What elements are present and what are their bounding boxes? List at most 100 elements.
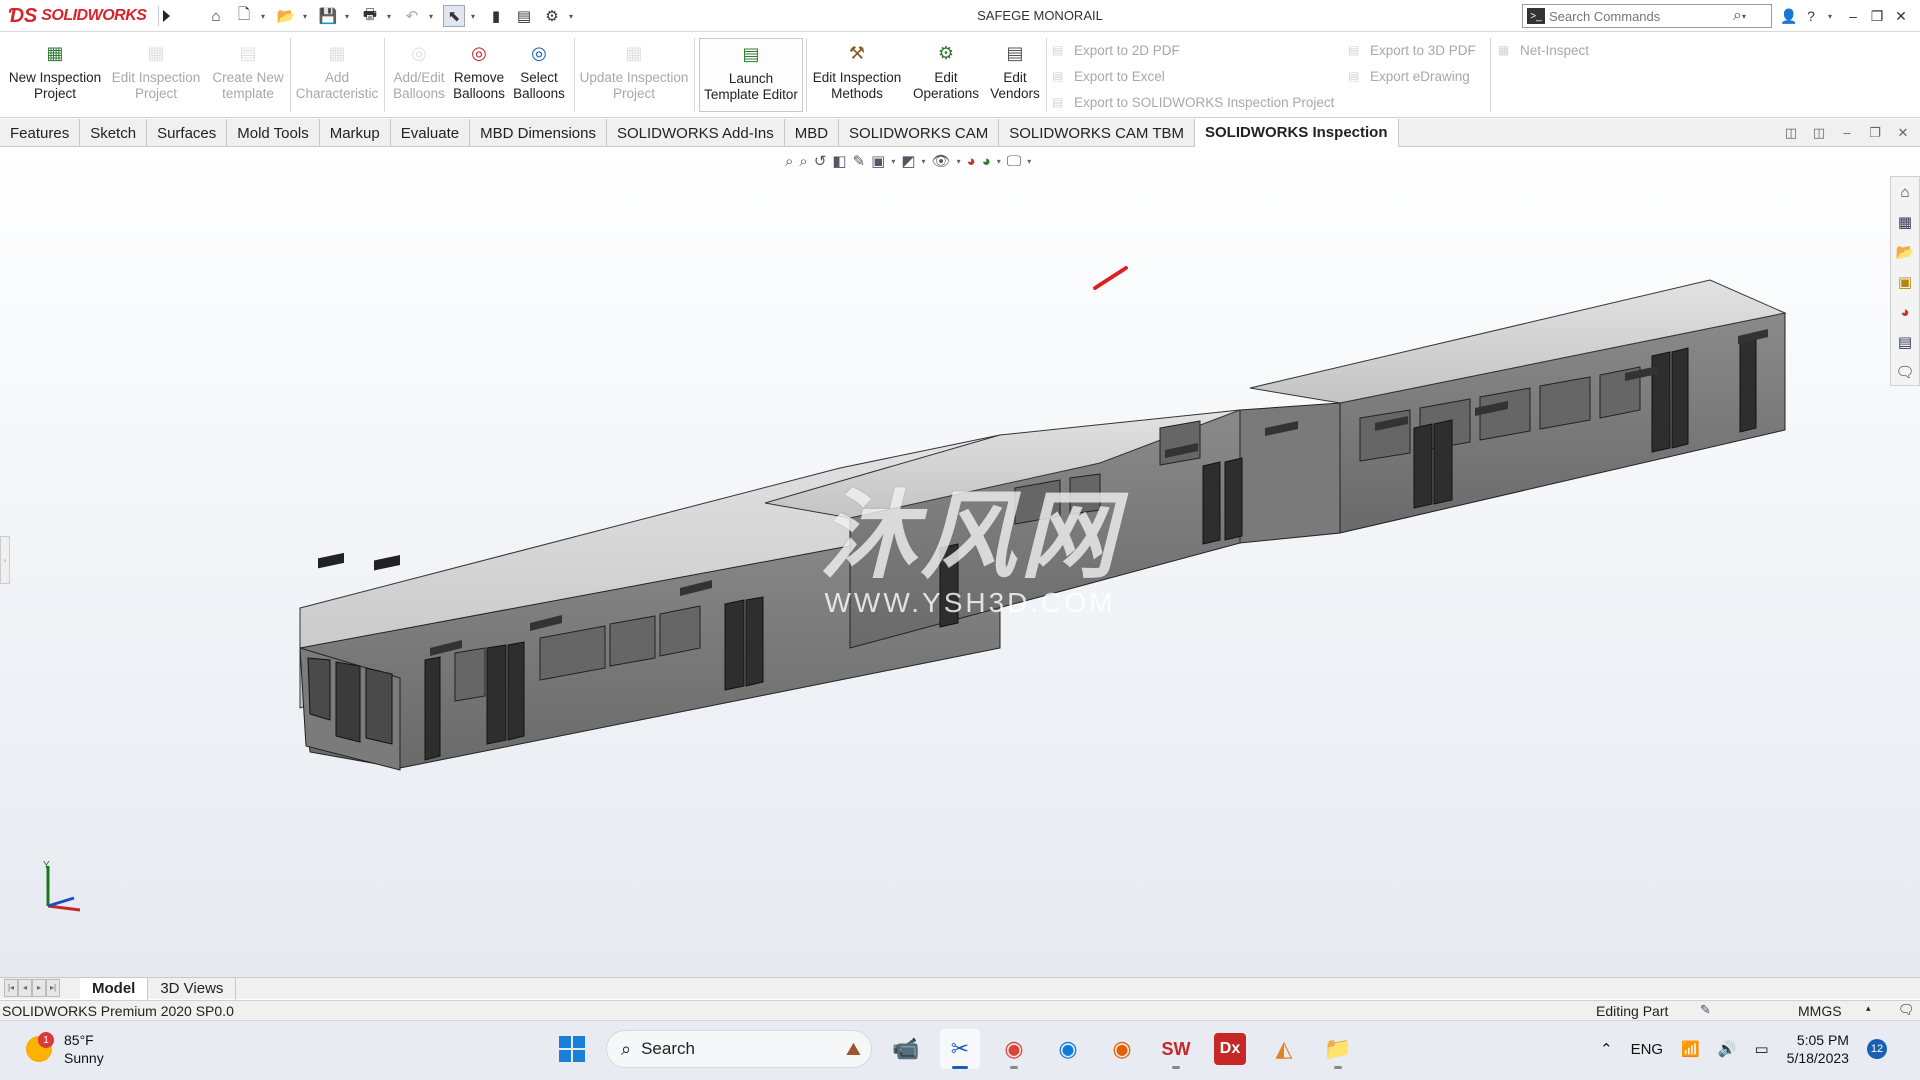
select-cursor-icon[interactable]: ⬉	[443, 5, 465, 27]
chevron-down-icon[interactable]: ▾	[1027, 157, 1031, 166]
volume-icon[interactable]: 🔊	[1718, 1040, 1737, 1058]
custom-properties-icon[interactable]: ▤	[1894, 331, 1916, 353]
chevron-down-icon[interactable]: ▾	[569, 12, 577, 21]
search-commands[interactable]: >_ ⌕ ▾	[1522, 4, 1772, 28]
chevron-down-icon[interactable]: ▾	[1742, 12, 1750, 21]
chevron-up-icon[interactable]: ▴	[1866, 1003, 1871, 1014]
chevron-down-icon[interactable]: ▾	[997, 157, 1001, 166]
create-new-template-button[interactable]: ▤ Create New template	[206, 38, 290, 112]
tab-markup[interactable]: Markup	[320, 119, 391, 147]
unit-system[interactable]: MMGS	[1798, 1003, 1842, 1019]
hide-show-icon[interactable]: 👁	[932, 152, 951, 170]
chevron-down-icon[interactable]: ▾	[922, 157, 926, 166]
chevron-up-icon[interactable]: ⌃	[1600, 1040, 1613, 1058]
tab-sketch[interactable]: Sketch	[80, 119, 148, 147]
restore-icon[interactable]: ❐	[1870, 8, 1884, 25]
dx-app-icon[interactable]: Dx	[1214, 1033, 1246, 1065]
monorail-model[interactable]	[0, 148, 1920, 977]
new-document-icon[interactable]: 🗋	[233, 5, 255, 27]
edit-vendors-button[interactable]: ▤ Edit Vendors	[986, 38, 1044, 112]
tab-surfaces[interactable]: Surfaces	[147, 119, 228, 147]
chevron-down-icon[interactable]: ▾	[261, 12, 269, 21]
undo-icon[interactable]: ↶	[401, 5, 423, 27]
solidworks-logo[interactable]: ƊS SOLIDWORKS	[8, 2, 158, 30]
notification-badge[interactable]: 12	[1866, 1039, 1887, 1059]
feature-tree-handle[interactable]: ◦	[0, 536, 10, 584]
net-inspect-button[interactable]: ▦ Net-Inspect	[1498, 40, 1589, 60]
edge-icon[interactable]: ◉	[1048, 1029, 1088, 1069]
tab-model[interactable]: Model	[80, 977, 149, 1000]
apply-scene-icon[interactable]: ◕	[982, 153, 991, 170]
tab-mbd-dimensions[interactable]: MBD Dimensions	[470, 119, 607, 147]
weather-widget[interactable]: 1 85°F Sunny	[26, 1031, 104, 1067]
graphics-area[interactable]: ⌕ ⌕ ↺ ◧ ✎ ▣ ▾ ◩ ▾ 👁 ▾ ◕ ◕ ▾ 🖵 ▾ 沐风网 WWW.YSH3D…	[0, 148, 1920, 977]
view-orientation-icon[interactable]: ▣	[871, 152, 885, 170]
traffic-light-icon[interactable]: ▮	[485, 5, 507, 27]
chrome-icon[interactable]: ◉	[994, 1029, 1034, 1069]
last-tab-icon[interactable]: ▸|	[46, 978, 60, 997]
add-characteristic-button[interactable]: ▦ Add Characteristic	[294, 38, 380, 112]
tab-features[interactable]: Features	[0, 119, 81, 147]
chat-icon[interactable]: 🗨	[1898, 1002, 1915, 1018]
edit-appearance-icon[interactable]: ◕	[967, 153, 976, 170]
forum-icon[interactable]: 🗨	[1894, 361, 1916, 383]
collapse-right-icon[interactable]: ◫	[1812, 125, 1826, 141]
collapse-left-icon[interactable]: ◫	[1784, 125, 1798, 141]
search-input[interactable]	[1549, 8, 1729, 24]
file-properties-icon[interactable]: ▤	[513, 5, 535, 27]
first-tab-icon[interactable]: |◂	[4, 978, 18, 997]
user-icon[interactable]: 👤	[1780, 8, 1797, 25]
solidworks-app-icon[interactable]: SW	[1156, 1029, 1196, 1069]
save-icon[interactable]: 💾	[317, 5, 339, 27]
tab-solidworks-cam[interactable]: SOLIDWORKS CAM	[839, 119, 1000, 147]
export-edrawing-button[interactable]: ▤ Export eDrawing	[1348, 66, 1470, 86]
minimize-icon[interactable]: –	[1846, 8, 1860, 24]
chevron-down-icon[interactable]: ▾	[471, 12, 479, 21]
language-indicator[interactable]: ENG	[1631, 1041, 1664, 1058]
chevron-down-icon[interactable]: ▾	[387, 12, 395, 21]
tab-solidworks-add-ins[interactable]: SOLIDWORKS Add-Ins	[607, 119, 785, 147]
tab-evaluate[interactable]: Evaluate	[391, 119, 471, 147]
minimize-icon[interactable]: –	[1840, 125, 1854, 141]
tab-mold-tools[interactable]: Mold Tools	[227, 119, 320, 147]
export-excel-button[interactable]: ▤ Export to Excel	[1052, 66, 1165, 86]
dynamic-annotation-icon[interactable]: ✎	[853, 152, 866, 170]
home-icon[interactable]: ⌂	[1894, 181, 1916, 203]
wifi-icon[interactable]: 📶	[1681, 1040, 1700, 1058]
chevron-down-icon[interactable]: ▾	[891, 157, 895, 166]
appearances-icon[interactable]: ◕	[1894, 301, 1916, 323]
remove-balloons-button[interactable]: ◎ Remove Balloons	[450, 38, 508, 112]
close-icon[interactable]: ✕	[1896, 125, 1910, 141]
export-inspection-project-button[interactable]: ▤ Export to SOLIDWORKS Inspection Project	[1052, 92, 1334, 112]
edit-inspection-project-button[interactable]: ▦ Edit Inspection Project	[108, 38, 204, 112]
file-explorer-icon[interactable]: 📂	[1894, 241, 1916, 263]
rebuild-icon[interactable]: ✎	[1700, 1002, 1711, 1018]
clock[interactable]: 5:05 PM 5/18/2023	[1787, 1031, 1849, 1067]
new-inspection-project-button[interactable]: ▦ New Inspection Project	[4, 38, 106, 112]
menu-expand-icon[interactable]	[158, 6, 172, 26]
update-inspection-project-button[interactable]: ▦ Update Inspection Project	[578, 38, 690, 112]
zoom-to-fit-icon[interactable]: ⌕	[785, 153, 793, 170]
tab-solidworks-cam-tbm[interactable]: SOLIDWORKS CAM TBM	[999, 119, 1195, 147]
help-icon[interactable]: ?	[1804, 8, 1818, 24]
matlab-icon[interactable]: ◭	[1264, 1029, 1304, 1069]
chevron-down-icon[interactable]: ▾	[345, 12, 353, 21]
red-sketch-line[interactable]	[1093, 266, 1128, 290]
tab-solidworks-inspection[interactable]: SOLIDWORKS Inspection	[1194, 119, 1399, 147]
chevron-down-icon[interactable]: ▾	[957, 157, 961, 166]
chevron-down-icon[interactable]: ▾	[1828, 12, 1836, 21]
start-button[interactable]	[552, 1029, 592, 1069]
view-palette-icon[interactable]: ▣	[1894, 271, 1916, 293]
snipping-tool-icon[interactable]: ✂	[940, 1029, 980, 1069]
battery-icon[interactable]: ▭	[1754, 1040, 1768, 1058]
home-icon[interactable]: ⌂	[205, 5, 227, 27]
launch-template-editor-button[interactable]: ▤ Launch Template Editor	[699, 38, 803, 112]
tab-mbd[interactable]: MBD	[785, 119, 840, 147]
select-balloons-button[interactable]: ◎ Select Balloons	[510, 38, 568, 112]
chevron-down-icon[interactable]: ▾	[303, 12, 311, 21]
print-icon[interactable]: 🖶	[359, 5, 381, 27]
gear-icon[interactable]: ⚙	[541, 5, 563, 27]
export-2d-pdf-button[interactable]: ▤ Export to 2D PDF	[1052, 40, 1180, 60]
display-style-icon[interactable]: ◩	[901, 152, 915, 170]
close-icon[interactable]: ✕	[1894, 8, 1908, 25]
